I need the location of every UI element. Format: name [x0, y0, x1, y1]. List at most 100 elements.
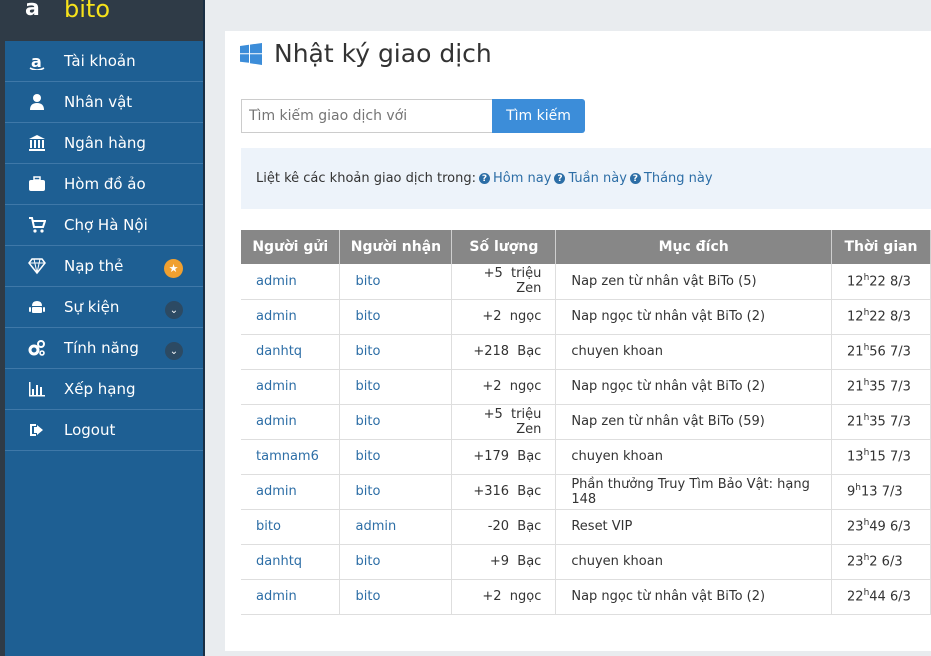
amount-cell: +2 ngọc — [451, 579, 557, 615]
table-row: admin bito +316 Bạc Phần thưởng Truy Tìm Bả… — [241, 474, 931, 510]
amount-unit: ngọc — [509, 589, 542, 604]
bank-icon — [25, 133, 49, 153]
receiver-link[interactable]: bito — [339, 334, 453, 370]
time-rest: 35 7/3 — [869, 379, 911, 395]
sidebar-item-8[interactable]: Xếp hạng — [5, 369, 203, 410]
receiver-link[interactable]: bito — [339, 264, 453, 300]
briefcase-icon — [25, 174, 49, 194]
amount-unit: Bạc — [517, 344, 542, 359]
sidebar-item-9[interactable]: Logout — [5, 410, 203, 451]
time-rest: 2 6/3 — [869, 554, 903, 570]
sidebar-item-label: Logout — [64, 421, 116, 439]
sender-link[interactable]: tamnam6 — [241, 439, 341, 475]
sidebar-item-label: Nhân vật — [64, 93, 133, 111]
time-rest: 22 8/3 — [869, 274, 911, 290]
sidebar-item-4[interactable]: Chợ Hà Nội — [5, 205, 203, 246]
sidebar-item-label: Tài khoản — [64, 52, 136, 70]
purpose-cell: Reset VIP — [555, 509, 833, 545]
filter-month-link[interactable]: ? Tháng này — [629, 171, 713, 186]
question-circle-icon: ? — [554, 173, 566, 184]
time-hour: 21 — [847, 379, 864, 395]
receiver-link[interactable]: bito — [339, 474, 453, 510]
receiver-link[interactable]: bito — [339, 369, 453, 405]
sidebar-item-label: Nạp thẻ — [64, 257, 124, 275]
main-panel: Nhật ký giao dịch Tìm kiếm Liệt kê các k… — [225, 31, 931, 651]
sender-link[interactable]: danhtq — [241, 334, 341, 370]
table-header-row: Người gửi Người nhận Số lượng Mục đích T… — [241, 230, 931, 264]
sidebar-item-6[interactable]: Sự kiện ⌄ — [5, 287, 203, 328]
amount-cell: +2 ngọc — [451, 299, 557, 335]
sender-link[interactable]: admin — [241, 404, 341, 440]
top-strip — [207, 0, 931, 12]
sidebar-item-label: Hòm đồ ảo — [64, 175, 146, 193]
sender-link[interactable]: bito — [241, 509, 341, 545]
sender-link[interactable]: admin — [241, 369, 341, 405]
amount-value: +218 — [473, 344, 510, 359]
time-cell: 13h15 7/3 — [831, 439, 931, 475]
receiver-link[interactable]: bito — [339, 544, 453, 580]
purpose-cell: Nap ngọc từ nhân vật BiTo (2) — [555, 369, 833, 405]
sidebar-item-3[interactable]: Hòm đồ ảo — [5, 164, 203, 205]
sidebar-item-label: Chợ Hà Nội — [64, 216, 148, 234]
sender-link[interactable]: danhtq — [241, 544, 341, 580]
time-cell: 23h49 6/3 — [831, 509, 931, 545]
time-hour: 12 — [847, 309, 864, 325]
header-receiver[interactable]: Người nhận — [339, 230, 453, 264]
filter-week-link[interactable]: ? Tuần này — [554, 171, 627, 186]
info-box: Liệt kê các khoản giao dịch trong: ? Hôm … — [241, 148, 931, 209]
brand[interactable]: a bito — [5, 0, 203, 41]
table-row: admin bito +2 ngọc Nap ngọc từ nhân vật BiT… — [241, 369, 931, 405]
purpose-cell: Nap zen từ nhân vật BiTo (5) — [555, 264, 833, 300]
time-hour: 12 — [847, 274, 864, 290]
sidebar-item-0[interactable]: a Tài khoản — [5, 41, 203, 82]
amount-value: +5 — [483, 266, 503, 282]
sender-link[interactable]: admin — [241, 579, 341, 615]
chevron-down-icon[interactable]: ⌄ — [165, 342, 183, 360]
windows-icon — [240, 42, 262, 65]
receiver-link[interactable]: bito — [339, 439, 453, 475]
sidebar-item-2[interactable]: Ngân hàng — [5, 123, 203, 164]
sidebar-item-label: Sự kiện — [64, 298, 120, 316]
sidebar-item-7[interactable]: Tính năng ⌄ — [5, 328, 203, 369]
sidebar-item-1[interactable]: Nhân vật — [5, 82, 203, 123]
header-purpose[interactable]: Mục đích — [555, 230, 833, 264]
sender-link[interactable]: admin — [241, 264, 341, 300]
amount-cell: +2 ngọc — [451, 369, 557, 405]
time-cell: 12h22 8/3 — [831, 264, 931, 300]
receiver-link[interactable]: bito — [339, 299, 453, 335]
time-rest: 13 7/3 — [861, 484, 903, 500]
chevron-down-icon[interactable]: ⌄ — [165, 301, 183, 319]
filter-today-link[interactable]: ? Hôm nay — [479, 171, 551, 186]
purpose-cell: chuyen khoan — [555, 334, 833, 370]
header-sender[interactable]: Người gửi — [241, 230, 341, 264]
sender-link[interactable]: admin — [241, 474, 341, 510]
amount-cell: -20 Bạc — [451, 509, 557, 545]
time-hour: 23 — [847, 519, 864, 535]
table-row: danhtq bito +218 Bạc chuyen khoan 21h56 7/3 — [241, 334, 931, 370]
table-row: bito admin -20 Bạc Reset VIP 23h49 6/3 — [241, 509, 931, 545]
android-icon — [25, 297, 49, 317]
time-hour: 13 — [847, 449, 864, 465]
search-input[interactable] — [241, 99, 493, 133]
question-circle-icon: ? — [629, 173, 641, 184]
search-button[interactable]: Tìm kiếm — [492, 99, 585, 133]
info-text: Liệt kê các khoản giao dịch trong: — [256, 171, 477, 186]
amount-cell: +5 triệu Zen — [451, 264, 557, 300]
sender-link[interactable]: admin — [241, 299, 341, 335]
purpose-cell: Nap zen từ nhân vật BiTo (59) — [555, 404, 833, 440]
header-amount[interactable]: Số lượng — [451, 230, 557, 264]
sidebar-item-5[interactable]: Nạp thẻ ★ — [5, 246, 203, 287]
sidebar-item-label: Ngân hàng — [64, 134, 146, 152]
time-cell: 21h56 7/3 — [831, 334, 931, 370]
question-circle-icon: ? — [479, 173, 491, 184]
amount-cell: +5 triệu Zen — [451, 404, 557, 440]
table-row: admin bito +2 ngọc Nap ngọc từ nhân vật BiT… — [241, 299, 931, 335]
time-hour: 23 — [847, 554, 864, 570]
time-hour: 21 — [847, 344, 864, 360]
receiver-link[interactable]: admin — [339, 509, 453, 545]
header-time[interactable]: Thời gian — [831, 230, 931, 264]
amount-value: +2 — [482, 589, 502, 604]
receiver-link[interactable]: bito — [339, 579, 453, 615]
receiver-link[interactable]: bito — [339, 404, 453, 440]
time-cell: 12h22 8/3 — [831, 299, 931, 335]
